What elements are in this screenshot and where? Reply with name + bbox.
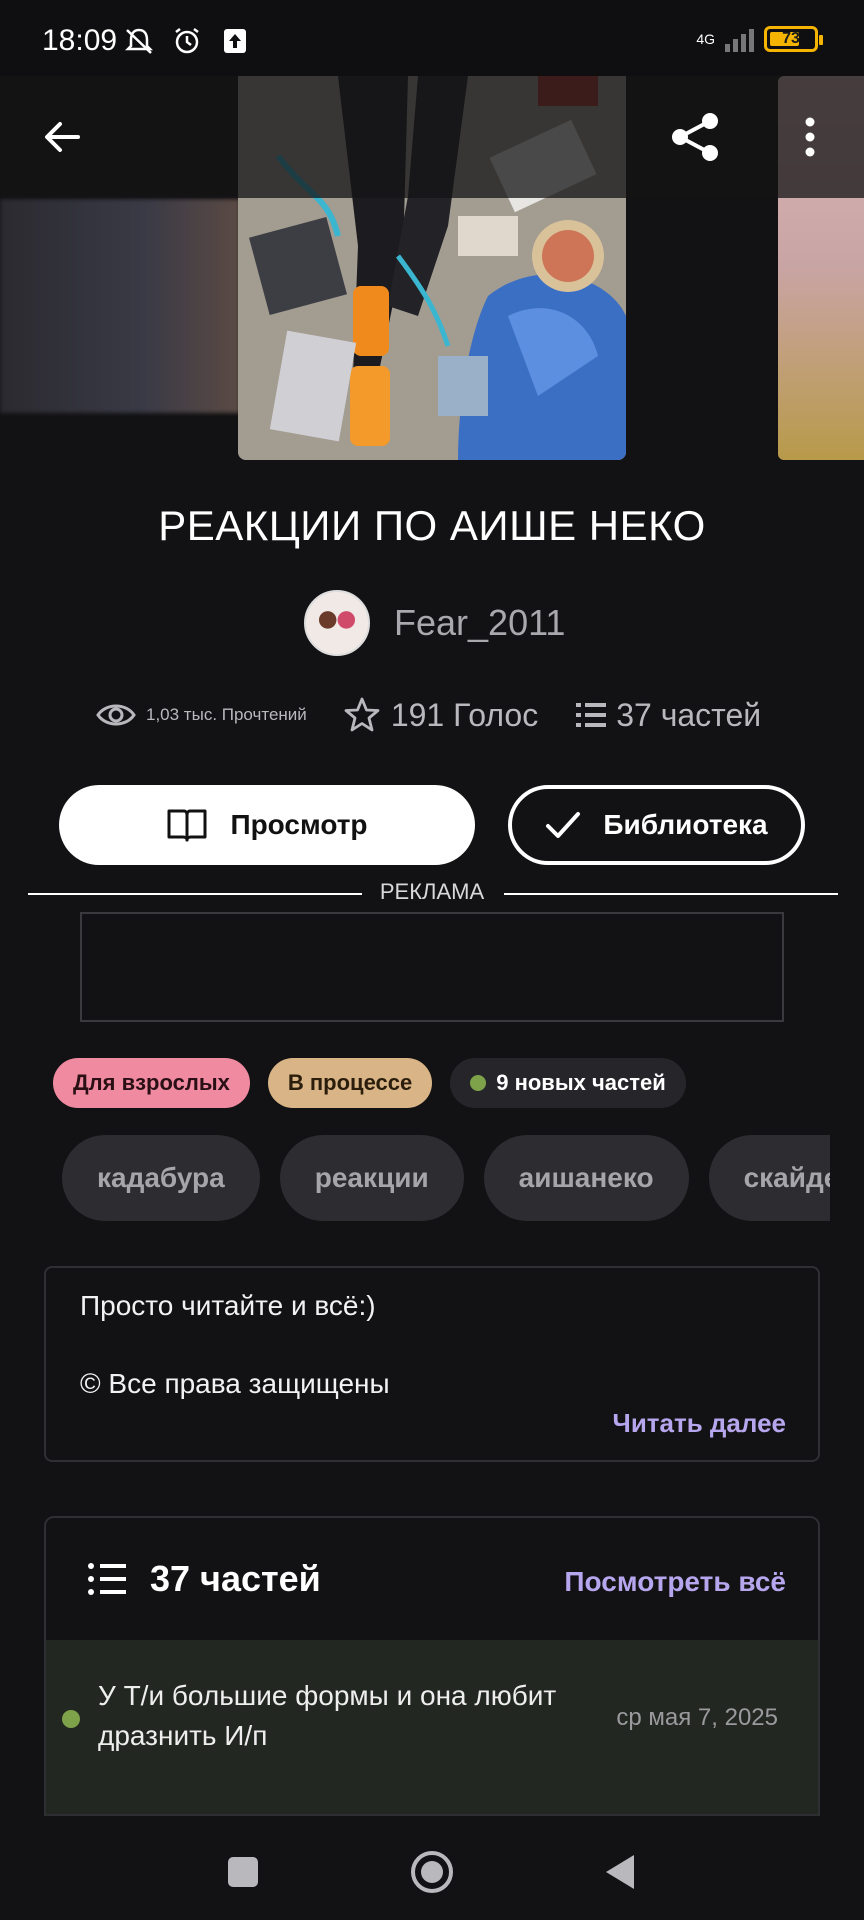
recent-apps-button[interactable] — [213, 1842, 273, 1902]
description-card: Просто читайте и всё:) © Все права защищ… — [44, 1266, 820, 1462]
network-type: 4G — [696, 31, 715, 47]
alarm-icon — [175, 28, 199, 54]
more-vertical-icon — [805, 117, 815, 157]
tag-chip[interactable]: скайдер — [708, 1135, 830, 1221]
square-icon — [228, 1857, 258, 1887]
votes-count: 191 Голос — [390, 696, 539, 733]
book-icon — [167, 809, 207, 842]
votes-stat: 191 Голос — [343, 696, 538, 734]
reads-count: 1,03 тыс. Прочтений — [146, 705, 307, 724]
author-link[interactable]: Fear_2011 — [304, 590, 565, 656]
star-icon — [344, 697, 380, 732]
share-button[interactable] — [656, 76, 736, 198]
status-time: 18:09 — [42, 24, 118, 57]
upload-icon — [224, 29, 246, 53]
library-button[interactable]: Библиотека — [508, 785, 805, 865]
see-all-link[interactable]: Посмотреть всё — [564, 1566, 786, 1598]
new-parts-label: 9 новых частей — [496, 1070, 666, 1095]
status-icons — [122, 26, 252, 56]
mature-badge: Для взрослых — [53, 1058, 250, 1108]
back-arrow-icon — [45, 122, 80, 152]
previous-cover[interactable] — [0, 199, 240, 413]
library-button-label: Библиотека — [603, 809, 768, 840]
description-text: Просто читайте и всё:) — [80, 1290, 376, 1321]
story-stats: 1,03 тыс. Прочтений 191 Голос 37 частей — [96, 696, 796, 734]
share-icon — [672, 113, 718, 161]
battery-icon: 73 — [764, 26, 823, 52]
tag-chip[interactable]: кадабура — [62, 1135, 260, 1221]
home-button[interactable] — [402, 1842, 462, 1902]
list-icon — [88, 1563, 126, 1595]
status-badges: Для взрослых В процессе 9 новых частей — [53, 1058, 686, 1108]
toc-title: 37 частей — [150, 1558, 321, 1599]
new-parts-badge: 9 новых частей — [450, 1058, 686, 1108]
ad-label: РЕКЛАМА — [379, 879, 485, 904]
check-icon — [546, 812, 581, 838]
reads-stat: 1,03 тыс. Прочтений — [96, 701, 307, 729]
new-dot-icon — [62, 1710, 80, 1728]
toc-header: 37 частей Посмотреть всё — [46, 1518, 818, 1640]
system-back-button[interactable] — [590, 1842, 650, 1902]
eye-icon — [96, 704, 136, 726]
tag-chip[interactable]: реакции — [279, 1135, 464, 1221]
tag-chip[interactable]: аишанеко — [483, 1135, 689, 1221]
cover-carousel[interactable] — [0, 76, 864, 468]
status-right: 4G 73 — [696, 26, 823, 52]
signal-icon — [725, 26, 754, 52]
story-title: РЕАКЦИИ ПО АИШЕ НЕКО — [158, 502, 706, 549]
view-button[interactable]: Просмотр — [59, 785, 475, 865]
list-icon — [576, 703, 607, 727]
more-options-button[interactable] — [770, 76, 850, 198]
list-item[interactable]: У Т/и большие формы и она любит дразнить… — [46, 1640, 818, 1814]
new-dot-icon — [470, 1075, 487, 1091]
tags-row[interactable]: кадабура реакции аишанеко скайдер — [62, 1135, 830, 1223]
avatar[interactable] — [304, 590, 370, 656]
copyright-text: © Все права защищены — [80, 1368, 390, 1399]
part-date: ср мая 7, 2025 — [616, 1704, 778, 1731]
parts-stat: 37 частей — [576, 697, 761, 734]
battery-level: 73 — [782, 30, 800, 47]
read-more-link[interactable]: Читать далее — [613, 1408, 786, 1439]
status-bar: 18:09 4G 73 — [0, 0, 864, 76]
parts-count: 37 частей — [616, 696, 762, 733]
view-button-label: Просмотр — [230, 809, 368, 840]
ad-slot[interactable] — [80, 912, 784, 1022]
table-of-contents: 37 частей Посмотреть всё У Т/и большие ф… — [44, 1516, 820, 1816]
system-nav-bar — [0, 1816, 864, 1920]
part-title: У Т/и большие формы и она любит дразнить… — [98, 1680, 557, 1751]
circle-icon — [411, 1851, 453, 1893]
back-button[interactable] — [22, 76, 102, 198]
triangle-back-icon — [606, 1855, 634, 1889]
muted-bell-icon — [124, 28, 154, 54]
author-name[interactable]: Fear_2011 — [394, 602, 565, 644]
ongoing-badge: В процессе — [267, 1058, 433, 1108]
